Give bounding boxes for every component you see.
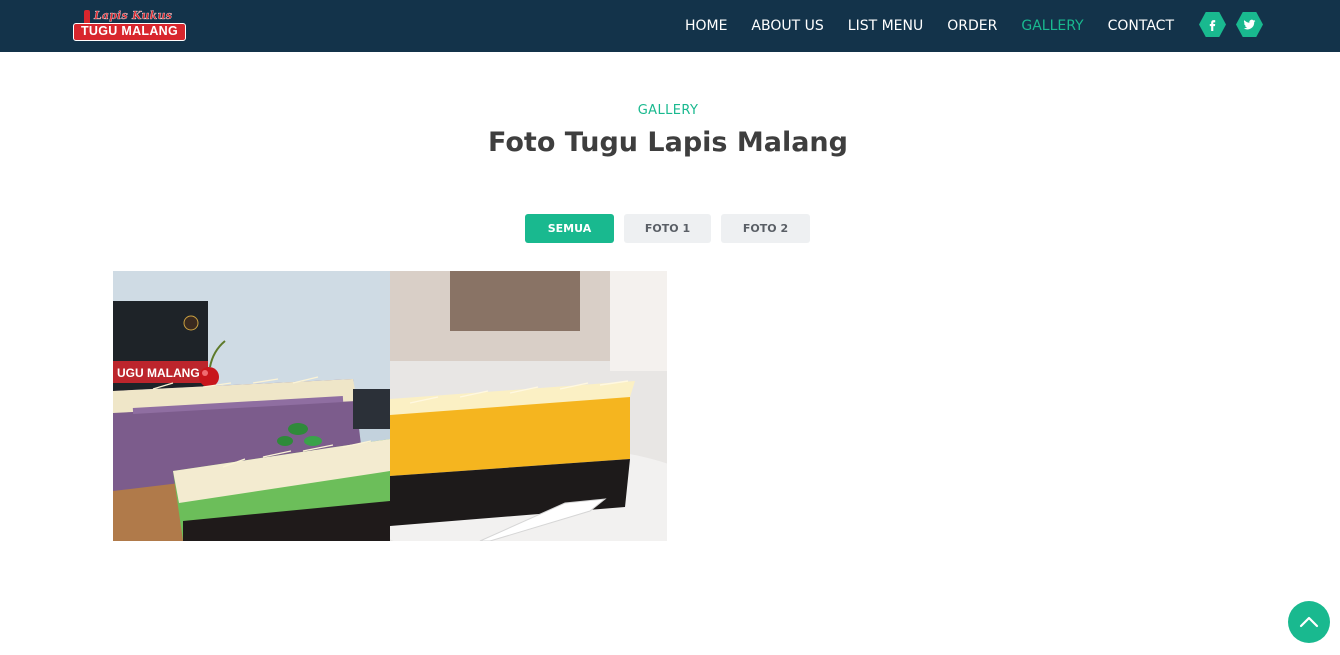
nav-gallery[interactable]: GALLERY (1021, 18, 1083, 34)
filter-foto-1-button[interactable]: FOTO 1 (624, 214, 711, 243)
main-nav: HOME ABOUT US LIST MENU ORDER GALLERY CO… (661, 0, 1174, 52)
brand-logo[interactable]: Lapis Kukus TUGU MALANG (72, 8, 188, 44)
filter-foto-2-button[interactable]: FOTO 2 (721, 214, 810, 243)
twitter-icon[interactable] (1236, 12, 1263, 37)
gallery-grid: UGU MALANG (113, 271, 667, 541)
svg-text:UGU MALANG: UGU MALANG (117, 366, 200, 380)
nav-list-menu[interactable]: LIST MENU (848, 18, 923, 34)
nav-order[interactable]: ORDER (947, 18, 997, 34)
facebook-glyph (1209, 20, 1216, 31)
logo-subtitle: Lapis Kukus (94, 9, 173, 22)
nav-about-us[interactable]: ABOUT US (751, 18, 823, 34)
nav-home[interactable]: HOME (685, 18, 727, 34)
navbar: Lapis Kukus TUGU MALANG HOME ABOUT US LI… (0, 0, 1340, 52)
cake-photo-yellow-black (390, 271, 667, 541)
back-to-top-button[interactable] (1288, 601, 1330, 643)
filter-semua-button[interactable]: SEMUA (525, 214, 614, 243)
social-links (1199, 12, 1273, 37)
logo-title: TUGU MALANG (73, 23, 186, 41)
tugu-tower-icon (84, 10, 90, 24)
cake-photo-purple-green: UGU MALANG (113, 271, 390, 541)
nav-contact[interactable]: CONTACT (1108, 18, 1174, 34)
page-title: Foto Tugu Lapis Malang (488, 127, 848, 158)
gallery-item-1[interactable]: UGU MALANG (113, 271, 390, 541)
section-tag: GALLERY (637, 103, 699, 118)
gallery-filters: SEMUA FOTO 1 FOTO 2 (525, 214, 820, 243)
chevron-up-icon (1299, 616, 1319, 628)
twitter-glyph (1243, 19, 1256, 30)
facebook-icon[interactable] (1199, 12, 1226, 37)
gallery-item-2[interactable] (390, 271, 667, 541)
